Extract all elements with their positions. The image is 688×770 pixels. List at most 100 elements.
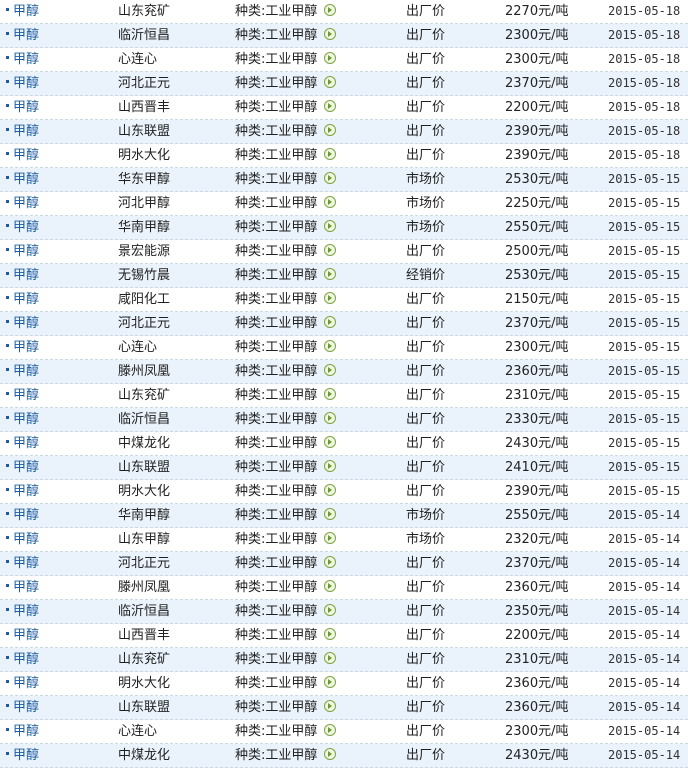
product-cell[interactable]: 甲醇: [6, 120, 39, 143]
product-link[interactable]: 甲醇: [13, 700, 39, 715]
company-name: 明水大化: [118, 484, 171, 499]
product-link[interactable]: 甲醇: [13, 460, 39, 475]
product-cell[interactable]: 甲醇: [6, 48, 39, 71]
product-link[interactable]: 甲醇: [13, 388, 39, 403]
product-cell[interactable]: 甲醇: [6, 336, 39, 359]
product-cell[interactable]: 甲醇: [6, 144, 39, 167]
product-cell[interactable]: 甲醇: [6, 720, 39, 743]
green-circle-arrow-icon[interactable]: [324, 556, 337, 568]
green-circle-arrow-icon[interactable]: [324, 196, 337, 208]
product-cell[interactable]: 甲醇: [6, 360, 39, 383]
product-link[interactable]: 甲醇: [13, 268, 39, 283]
product-cell[interactable]: 甲醇: [6, 528, 39, 551]
product-link[interactable]: 甲醇: [13, 724, 39, 739]
product-cell[interactable]: 甲醇: [6, 432, 39, 455]
product-cell[interactable]: 甲醇: [6, 288, 39, 311]
product-link[interactable]: 甲醇: [13, 676, 39, 691]
green-circle-arrow-icon[interactable]: [324, 340, 337, 352]
green-circle-arrow-icon[interactable]: [324, 4, 337, 16]
product-link[interactable]: 甲醇: [13, 412, 39, 427]
product-cell[interactable]: 甲醇: [6, 696, 39, 719]
product-link[interactable]: 甲醇: [13, 748, 39, 763]
product-link[interactable]: 甲醇: [13, 316, 39, 331]
product-cell[interactable]: 甲醇: [6, 624, 39, 647]
product-cell[interactable]: 甲醇: [6, 72, 39, 95]
green-circle-arrow-icon[interactable]: [324, 484, 337, 496]
table-row: 甲醇 华东甲醇 种类:工业甲醇 市场价 2530元/吨 2015-05-15: [0, 168, 688, 192]
green-circle-arrow-icon[interactable]: [324, 508, 337, 520]
product-link[interactable]: 甲醇: [13, 556, 39, 571]
product-cell[interactable]: 甲醇: [6, 648, 39, 671]
product-link[interactable]: 甲醇: [13, 292, 39, 307]
green-circle-arrow-icon[interactable]: [324, 652, 337, 664]
green-circle-arrow-icon[interactable]: [324, 100, 337, 112]
product-link[interactable]: 甲醇: [13, 628, 39, 643]
product-link[interactable]: 甲醇: [13, 532, 39, 547]
product-link[interactable]: 甲醇: [13, 436, 39, 451]
product-cell[interactable]: 甲醇: [6, 240, 39, 263]
product-cell[interactable]: 甲醇: [6, 264, 39, 287]
product-link[interactable]: 甲醇: [13, 196, 39, 211]
green-circle-arrow-icon[interactable]: [324, 148, 337, 160]
product-link[interactable]: 甲醇: [13, 76, 39, 91]
green-circle-arrow-icon[interactable]: [324, 76, 337, 88]
product-cell[interactable]: 甲醇: [6, 192, 39, 215]
green-circle-arrow-icon[interactable]: [324, 580, 337, 592]
green-circle-arrow-icon[interactable]: [324, 676, 337, 688]
green-circle-arrow-icon[interactable]: [324, 268, 337, 280]
product-cell[interactable]: 甲醇: [6, 600, 39, 623]
product-cell[interactable]: 甲醇: [6, 96, 39, 119]
product-link[interactable]: 甲醇: [13, 580, 39, 595]
product-link[interactable]: 甲醇: [13, 364, 39, 379]
green-circle-arrow-icon[interactable]: [324, 172, 337, 184]
green-circle-arrow-icon[interactable]: [324, 532, 337, 544]
product-cell[interactable]: 甲醇: [6, 168, 39, 191]
product-link[interactable]: 甲醇: [13, 28, 39, 43]
product-link[interactable]: 甲醇: [13, 4, 39, 19]
product-link[interactable]: 甲醇: [13, 652, 39, 667]
product-link[interactable]: 甲醇: [13, 604, 39, 619]
product-link[interactable]: 甲醇: [13, 244, 39, 259]
green-circle-arrow-icon[interactable]: [324, 364, 337, 376]
product-cell[interactable]: 甲醇: [6, 552, 39, 575]
product-link[interactable]: 甲醇: [13, 220, 39, 235]
product-cell[interactable]: 甲醇: [6, 312, 39, 335]
product-cell[interactable]: 甲醇: [6, 216, 39, 239]
product-cell[interactable]: 甲醇: [6, 456, 39, 479]
green-circle-arrow-icon[interactable]: [324, 700, 337, 712]
product-cell[interactable]: 甲醇: [6, 672, 39, 695]
product-cell[interactable]: 甲醇: [6, 480, 39, 503]
green-circle-arrow-icon[interactable]: [324, 388, 337, 400]
product-cell[interactable]: 甲醇: [6, 24, 39, 47]
product-cell[interactable]: 甲醇: [6, 0, 39, 23]
product-cell[interactable]: 甲醇: [6, 576, 39, 599]
product-link[interactable]: 甲醇: [13, 100, 39, 115]
product-link[interactable]: 甲醇: [13, 484, 39, 499]
green-circle-arrow-icon[interactable]: [324, 604, 337, 616]
product-cell[interactable]: 甲醇: [6, 504, 39, 527]
green-circle-arrow-icon[interactable]: [324, 52, 337, 64]
green-circle-arrow-icon[interactable]: [324, 220, 337, 232]
green-circle-arrow-icon[interactable]: [324, 460, 337, 472]
green-circle-arrow-icon[interactable]: [324, 628, 337, 640]
product-link[interactable]: 甲醇: [13, 148, 39, 163]
table-row: 甲醇 山东联盟 种类:工业甲醇 出厂价 2390元/吨 2015-05-18: [0, 120, 688, 144]
product-link[interactable]: 甲醇: [13, 508, 39, 523]
green-circle-arrow-icon[interactable]: [324, 412, 337, 424]
green-circle-arrow-icon[interactable]: [324, 28, 337, 40]
green-circle-arrow-icon[interactable]: [324, 292, 337, 304]
green-circle-arrow-icon[interactable]: [324, 124, 337, 136]
product-cell[interactable]: 甲醇: [6, 384, 39, 407]
product-cell[interactable]: 甲醇: [6, 408, 39, 431]
product-cell[interactable]: 甲醇: [6, 744, 39, 767]
product-link[interactable]: 甲醇: [13, 124, 39, 139]
green-circle-arrow-icon[interactable]: [324, 244, 337, 256]
green-circle-arrow-icon[interactable]: [324, 316, 337, 328]
green-circle-arrow-icon[interactable]: [324, 748, 337, 760]
price-date: 2015-05-15: [608, 292, 681, 306]
green-circle-arrow-icon[interactable]: [324, 436, 337, 448]
product-link[interactable]: 甲醇: [13, 340, 39, 355]
product-link[interactable]: 甲醇: [13, 52, 39, 67]
product-link[interactable]: 甲醇: [13, 172, 39, 187]
green-circle-arrow-icon[interactable]: [324, 724, 337, 736]
